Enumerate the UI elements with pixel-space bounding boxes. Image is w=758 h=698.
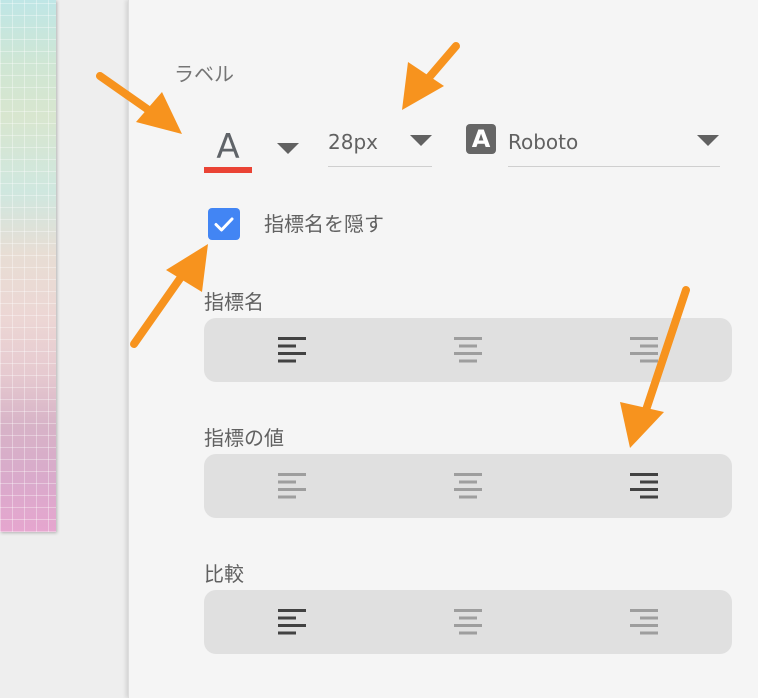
align-right-button[interactable] [556, 318, 732, 382]
metric-name-label: 指標名 [204, 290, 264, 314]
align-left-icon [278, 609, 306, 635]
align-left-icon [278, 473, 306, 499]
align-right-button[interactable] [556, 454, 732, 518]
align-left-button[interactable] [204, 318, 380, 382]
comparison-alignment-group [204, 590, 732, 654]
font-family-select[interactable]: Roboto [508, 122, 720, 167]
hide-metric-name-checkbox[interactable] [208, 208, 240, 240]
align-center-button[interactable] [380, 454, 556, 518]
font-family-dropdown-icon[interactable] [697, 135, 719, 146]
metric-value-alignment-group [204, 454, 732, 518]
font-color-swatch [204, 167, 252, 173]
align-left-button[interactable] [204, 590, 380, 654]
comparison-label: 比較 [204, 562, 244, 586]
hide-metric-name-label: 指標名を隠す [264, 212, 384, 236]
align-left-icon [278, 337, 306, 363]
font-size-value: 28px [328, 130, 378, 154]
align-right-icon [630, 473, 658, 499]
chart-canvas-preview [0, 0, 56, 532]
align-center-icon [454, 609, 482, 635]
font-color-icon: A [216, 127, 240, 167]
font-family-value: Roboto [508, 130, 579, 154]
align-left-button[interactable] [204, 454, 380, 518]
align-center-button[interactable] [380, 318, 556, 382]
font-color-dropdown-icon[interactable] [277, 143, 299, 154]
label-section-title: ラベル [174, 62, 234, 86]
checkmark-icon [214, 217, 234, 232]
align-right-icon [630, 337, 658, 363]
align-right-button[interactable] [556, 590, 732, 654]
align-right-icon [630, 609, 658, 635]
metric-name-alignment-group [204, 318, 732, 382]
font-color-button[interactable]: A [204, 128, 252, 174]
align-center-icon [454, 473, 482, 499]
align-center-button[interactable] [380, 590, 556, 654]
align-center-icon [454, 337, 482, 363]
metric-value-label: 指標の値 [204, 426, 284, 450]
font-size-dropdown-icon[interactable] [410, 135, 432, 146]
font-family-icon: A [466, 124, 496, 154]
